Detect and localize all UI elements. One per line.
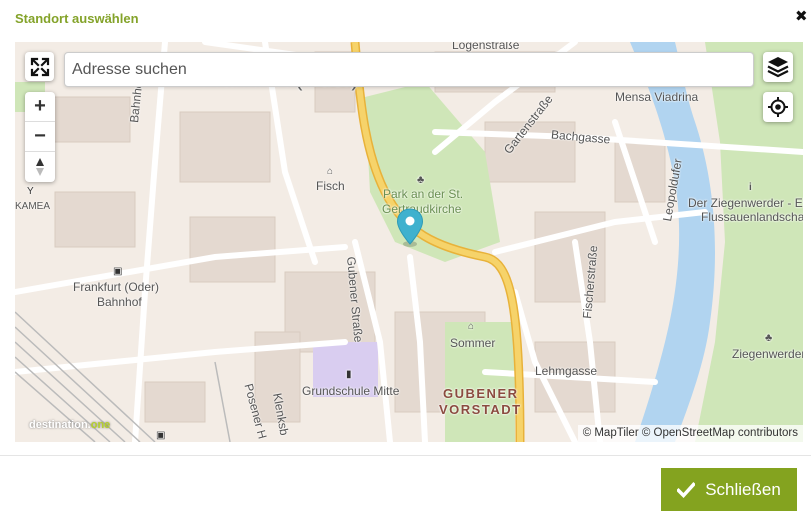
zoom-in-button[interactable]: +: [25, 92, 55, 122]
map-label-ziegenwerder: Ziegenwerder: [732, 347, 803, 361]
poi-school-icon: ▮: [346, 369, 352, 380]
check-icon: [677, 481, 696, 498]
poi-tree-icon: ♣: [417, 174, 425, 186]
poi-info-icon: i: [749, 182, 752, 193]
fullscreen-icon: [30, 57, 49, 76]
map-attribution[interactable]: © MapTiler © OpenStreetMap contributors: [577, 425, 803, 442]
zoom-control: + −: [25, 92, 55, 182]
map-label-ziegenwerder-park1: Der Ziegenwerder - Ei: [688, 196, 803, 210]
map-label-logenstrasse: Logenstraße: [452, 42, 520, 52]
poi-museum-icon: ⌂: [327, 166, 334, 177]
map-label-bahnhof-line1: Frankfurt (Oder): [73, 280, 160, 294]
map-label-fisch: Fisch: [316, 179, 345, 193]
modal-header: Standort auswählen ✖: [0, 0, 811, 38]
close-button-label: Schließen: [705, 479, 781, 499]
map-label-mensa: Mensa Viadrina: [615, 90, 699, 104]
footer-divider: [0, 455, 811, 456]
map-marker-icon[interactable]: [396, 208, 424, 248]
map-canvas[interactable]: Frankfurt (Oder) Logenstraße Mensa Viadr…: [15, 42, 803, 442]
close-button[interactable]: Schließen: [661, 468, 797, 511]
locate-button[interactable]: [763, 92, 793, 122]
layers-button[interactable]: [763, 52, 793, 82]
poi-bar-icon: Y: [27, 186, 34, 197]
layers-icon: [767, 57, 789, 78]
map-label-district-line2: VORSTADT: [439, 402, 522, 417]
zoom-out-button[interactable]: −: [25, 122, 55, 152]
map-label-park-line1: Park an der St.: [383, 187, 464, 201]
compass-button[interactable]: [25, 152, 55, 182]
map-label-grundschule: Grundschule Mitte: [302, 384, 400, 398]
locate-icon: [768, 97, 788, 117]
map-label-sommer: Sommer: [450, 336, 496, 350]
poi-train-icon: ▣: [113, 266, 123, 277]
compass-icon: [36, 158, 44, 176]
close-icon[interactable]: ✖: [795, 9, 809, 25]
poi-museum-sommer-icon: ⌂: [468, 321, 475, 332]
map-label-district-line1: GUBENER: [443, 386, 519, 401]
poi-train-bottom-icon: ▣: [156, 430, 166, 441]
search-input[interactable]: [65, 53, 753, 86]
address-search-box[interactable]: [64, 52, 754, 87]
poi-tree-ziegenwerder-icon: ♣: [765, 332, 773, 344]
map-label-kamea: KAMEA: [15, 201, 51, 212]
modal-title: Standort auswählen: [15, 11, 139, 26]
map-label-ziegenwerder-park2: Flussauenlandschaf: [701, 210, 803, 224]
map-label-lehmgasse: Lehmgasse: [535, 364, 598, 378]
destination-one-logo: destination.one: [29, 419, 111, 431]
fullscreen-button[interactable]: [25, 52, 54, 81]
map-label-bahnhof-line2: Bahnhof: [97, 295, 142, 309]
